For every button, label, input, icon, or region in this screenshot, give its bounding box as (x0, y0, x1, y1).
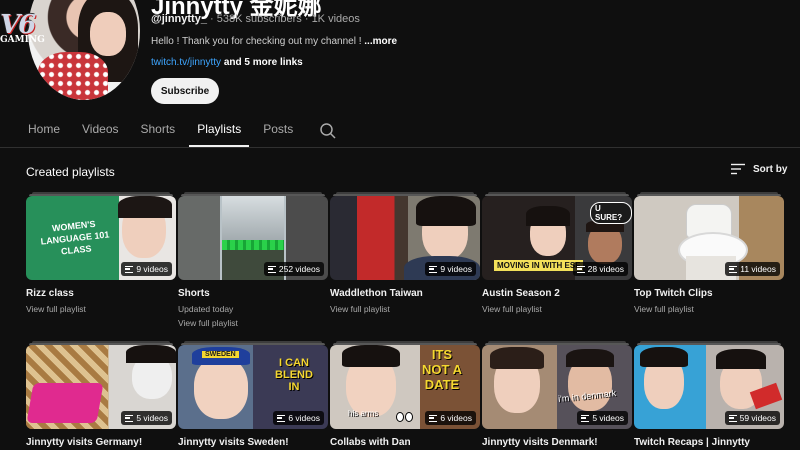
video-count: 1K videos (311, 13, 360, 25)
watermark-subtext: GAMING (0, 35, 45, 45)
eyes-emoji-icon (396, 409, 416, 422)
playlist-title[interactable]: Top Twitch Clips (634, 288, 713, 299)
video-count-badge: 11 videos (725, 262, 780, 276)
playlist-updated: Updated today (178, 304, 234, 314)
video-count-badge: 6 videos (273, 411, 324, 425)
playlist-title[interactable]: Rizz class (26, 288, 74, 299)
video-count-badge: 252 videos (263, 262, 324, 276)
tabs-divider (0, 147, 800, 148)
view-full-playlist-link[interactable]: View full playlist (634, 304, 694, 314)
playlist-thumbnail[interactable]: 252 videos (178, 196, 328, 280)
playlist-thumbnail[interactable]: 9 videos (330, 196, 480, 280)
video-count-badge: 28 videos (572, 262, 628, 276)
subscriber-count: 538K subscribers (216, 13, 302, 25)
tab-playlists[interactable]: Playlists (189, 113, 250, 147)
twitch-link[interactable]: twitch.tv/jinnytty (151, 57, 221, 68)
playlist-title[interactable]: Jinnytty visits Denmark! (482, 437, 598, 448)
tab-shorts[interactable]: Shorts (133, 113, 184, 147)
search-icon[interactable] (317, 113, 337, 147)
more-link[interactable]: ...more (364, 36, 397, 47)
thumbnail-caption-small: SWEDEN (202, 351, 239, 358)
playlist-thumbnail[interactable]: WOMEN'S LANGUAGE 101 CLASS 9 videos (26, 196, 176, 280)
subscribe-button[interactable]: Subscribe (151, 78, 219, 104)
sort-label: Sort by (753, 163, 788, 175)
playlist-thumbnail[interactable]: 5 videos (26, 345, 176, 429)
thumbnail-caption-small: his arms (348, 409, 379, 418)
video-count-badge: 5 videos (577, 411, 628, 425)
playlist-thumbnail[interactable]: i'm in denmark 5 videos (482, 345, 632, 429)
channel-description[interactable]: Hello ! Thank you for checking out my ch… (151, 36, 397, 47)
meta-separator: · (210, 13, 214, 25)
playlist-thumbnail[interactable]: ITS NOT A DATE his arms 6 videos (330, 345, 480, 429)
playlist-title[interactable]: Austin Season 2 (482, 288, 560, 299)
view-full-playlist-link[interactable]: View full playlist (26, 304, 86, 314)
view-full-playlist-link[interactable]: View full playlist (482, 304, 542, 314)
video-count-badge: 9 videos (121, 262, 172, 276)
view-full-playlist-link[interactable]: View full playlist (330, 304, 390, 314)
thumbnail-caption: MOVING IN WITH ESF (494, 260, 584, 271)
playlist-thumbnail[interactable]: 59 videos (634, 345, 784, 429)
playlist-thumbnail[interactable]: 11 videos (634, 196, 784, 280)
playlist-thumbnail[interactable]: SWEDEN I CAN BLEND IN 6 videos (178, 345, 328, 429)
watermark-logo: V6 GAMING (0, 10, 64, 50)
channel-handle: @jinnytty_ (151, 13, 207, 25)
video-count-badge: 9 videos (425, 262, 476, 276)
channel-links: twitch.tv/jinnytty and 5 more links (151, 57, 303, 68)
playlist-title[interactable]: Twitch Recaps | Jinnytty (634, 437, 750, 448)
playlist-title[interactable]: Waddlethon Taiwan (330, 288, 423, 299)
tab-posts[interactable]: Posts (255, 113, 301, 147)
playlist-thumbnail[interactable]: U SURE? MOVING IN WITH ESF 28 videos (482, 196, 632, 280)
sort-button[interactable]: Sort by (731, 163, 787, 175)
section-title: Created playlists (26, 165, 115, 179)
playlist-title[interactable]: Jinnytty visits Sweden! (178, 437, 289, 448)
playlist-title[interactable]: Jinnytty visits Germany! (26, 437, 142, 448)
sort-icon (731, 163, 745, 175)
channel-tabs: Home Videos Shorts Playlists Posts (20, 113, 337, 147)
thumbnail-caption-top: U SURE? (590, 202, 632, 224)
meta-separator: · (304, 13, 309, 25)
thumbnail-caption: ITS NOT A DATE (422, 347, 462, 392)
tab-videos[interactable]: Videos (74, 113, 126, 147)
video-count-badge: 5 videos (121, 411, 172, 425)
thumbnail-caption: WOMEN'S LANGUAGE 101 CLASS (40, 218, 110, 257)
playlist-title[interactable]: Collabs with Dan (330, 437, 411, 448)
more-links[interactable]: and 5 more links (224, 57, 303, 68)
description-text: Hello ! Thank you for checking out my ch… (151, 36, 362, 47)
video-count-badge: 6 videos (425, 411, 476, 425)
playlist-title[interactable]: Shorts (178, 288, 210, 299)
channel-meta: @jinnytty_ · 538K subscribers · 1K video… (151, 13, 360, 25)
video-count-badge: 59 videos (724, 411, 780, 425)
thumbnail-caption: I CAN BLEND IN (275, 357, 313, 393)
view-full-playlist-link[interactable]: View full playlist (178, 318, 238, 328)
tab-home[interactable]: Home (20, 113, 68, 147)
